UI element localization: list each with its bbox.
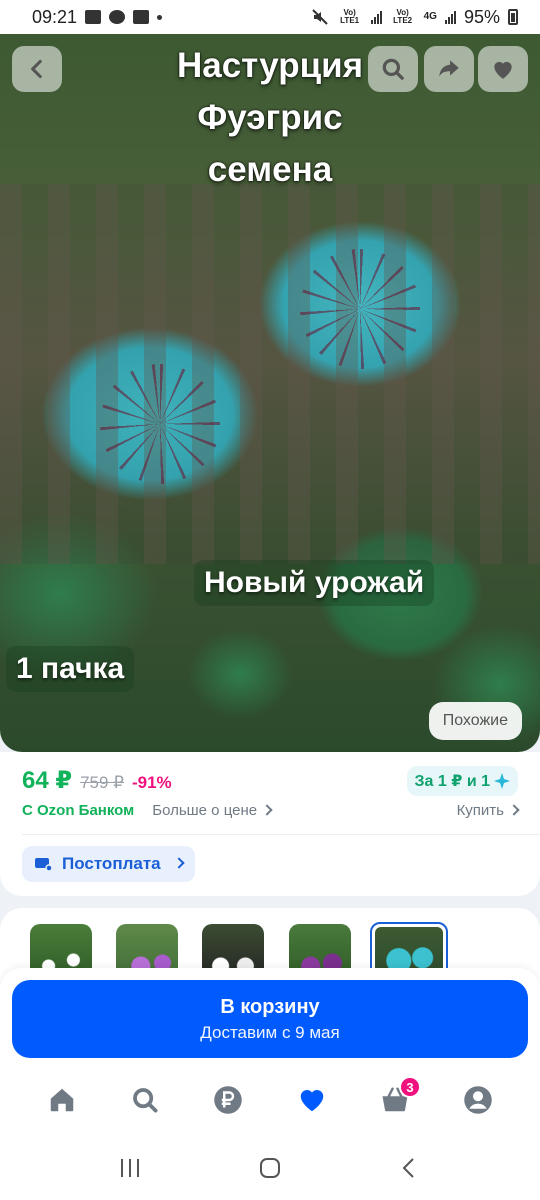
sparkle-icon	[494, 773, 510, 789]
discount-badge: -91%	[131, 773, 172, 792]
ruble-icon	[214, 1086, 243, 1114]
bank-row: С Ozon Банком Больше о цене Купить	[22, 802, 520, 819]
price-row: 64 ₽ 759 ₽ -91%	[22, 766, 172, 795]
screen: 09:21 Vo) LTE1 Vo) LTE2 4G 95% Настурция…	[0, 0, 540, 1200]
favorite-button[interactable]	[478, 46, 528, 92]
add-to-cart-label: В корзину	[220, 995, 320, 1018]
status-left: 09:21	[32, 6, 163, 28]
bank-price-label: С Ozon Банком	[22, 802, 135, 819]
sim1-signal-icon	[370, 10, 382, 24]
recent-apps-icon	[121, 1159, 139, 1177]
chat-notification-icon	[109, 10, 126, 24]
search-icon	[133, 1088, 158, 1113]
home-icon	[50, 1088, 73, 1112]
more-price-link[interactable]: Больше о цене	[152, 802, 273, 819]
nav-favorites[interactable]	[292, 1080, 332, 1120]
bank-promo-text: За 1 ₽ и 1	[414, 773, 490, 790]
fence-background	[0, 184, 540, 564]
chevron-right-icon	[508, 804, 520, 816]
price-card: 64 ₽ 759 ₽ -91% За 1 ₽ и 1 С Ozon Банком…	[0, 752, 540, 896]
home-system-icon	[260, 1158, 280, 1178]
sim1-label: Vo) LTE1	[340, 8, 360, 25]
back-system-icon	[402, 1158, 414, 1178]
network-type: 4G	[423, 11, 437, 22]
share-icon	[439, 60, 459, 77]
sim2-signal-icon	[444, 10, 456, 24]
mute-icon	[311, 9, 328, 25]
postpay-label: Постоплата	[62, 854, 161, 873]
nav-search[interactable]	[125, 1080, 165, 1120]
heart-icon	[300, 1090, 323, 1112]
add-to-cart-button[interactable]: В корзину Доставим с 9 мая	[12, 980, 528, 1058]
more-notifications-icon	[157, 14, 163, 20]
product-image[interactable]: Настурция Фуэгрис семена Новый урожай 1 …	[0, 34, 540, 752]
cart-sheet: В корзину Доставим с 9 мая	[0, 968, 540, 1068]
cart-badge: 3	[398, 1076, 421, 1098]
pack-count-label: 1 пачка	[6, 646, 135, 692]
status-time: 09:21	[32, 6, 78, 27]
flower-veins-right	[300, 249, 420, 369]
search-button[interactable]	[368, 46, 418, 92]
nav-home[interactable]	[42, 1080, 82, 1120]
search-icon	[382, 58, 404, 80]
home-system-button[interactable]	[250, 1148, 290, 1188]
recent-apps-button[interactable]	[110, 1148, 150, 1188]
current-price: 64 ₽	[22, 767, 73, 794]
postpay-button[interactable]: Постоплата	[22, 846, 195, 882]
chevron-left-icon	[31, 59, 42, 79]
bank-promo-badge[interactable]: За 1 ₽ и 1	[406, 766, 518, 796]
buy-link[interactable]: Купить	[456, 802, 520, 819]
delivery-date-label: Доставим с 9 мая	[200, 1022, 340, 1042]
old-price: 759 ₽	[80, 773, 124, 792]
nav-cart[interactable]: 3	[375, 1076, 421, 1120]
status-right: Vo) LTE1 Vo) LTE2 4G 95%	[311, 7, 518, 28]
hero-title-line-2: Фуэгрис	[197, 98, 343, 137]
battery-icon	[508, 9, 518, 25]
chevron-right-icon	[172, 857, 185, 869]
battery-percent: 95%	[463, 6, 500, 27]
status-bar: 09:21 Vo) LTE1 Vo) LTE2 4G 95%	[0, 0, 540, 34]
back-system-button[interactable]	[390, 1148, 430, 1188]
divider	[22, 834, 540, 835]
back-button[interactable]	[12, 46, 62, 92]
share-button[interactable]	[424, 46, 474, 92]
flower-veins-left	[100, 364, 220, 484]
truck-icon	[35, 858, 53, 872]
similar-button[interactable]: Похожие	[428, 702, 522, 740]
gallery-notification-icon	[85, 10, 102, 24]
new-harvest-label: Новый урожай	[194, 560, 435, 606]
heart-icon	[494, 61, 512, 79]
news-notification-icon	[133, 10, 150, 24]
more-price-label: Больше о цене	[152, 802, 258, 819]
system-nav	[0, 1136, 540, 1200]
hero-title-line-3: семена	[207, 150, 333, 189]
profile-icon	[464, 1086, 493, 1114]
chevron-right-icon	[261, 804, 273, 816]
sim2-label: Vo) LTE2	[393, 8, 413, 25]
nav-profile[interactable]	[458, 1080, 498, 1120]
buy-link-label: Купить	[456, 802, 504, 819]
nav-finance[interactable]	[208, 1080, 248, 1120]
bottom-nav: 3	[0, 1064, 540, 1136]
